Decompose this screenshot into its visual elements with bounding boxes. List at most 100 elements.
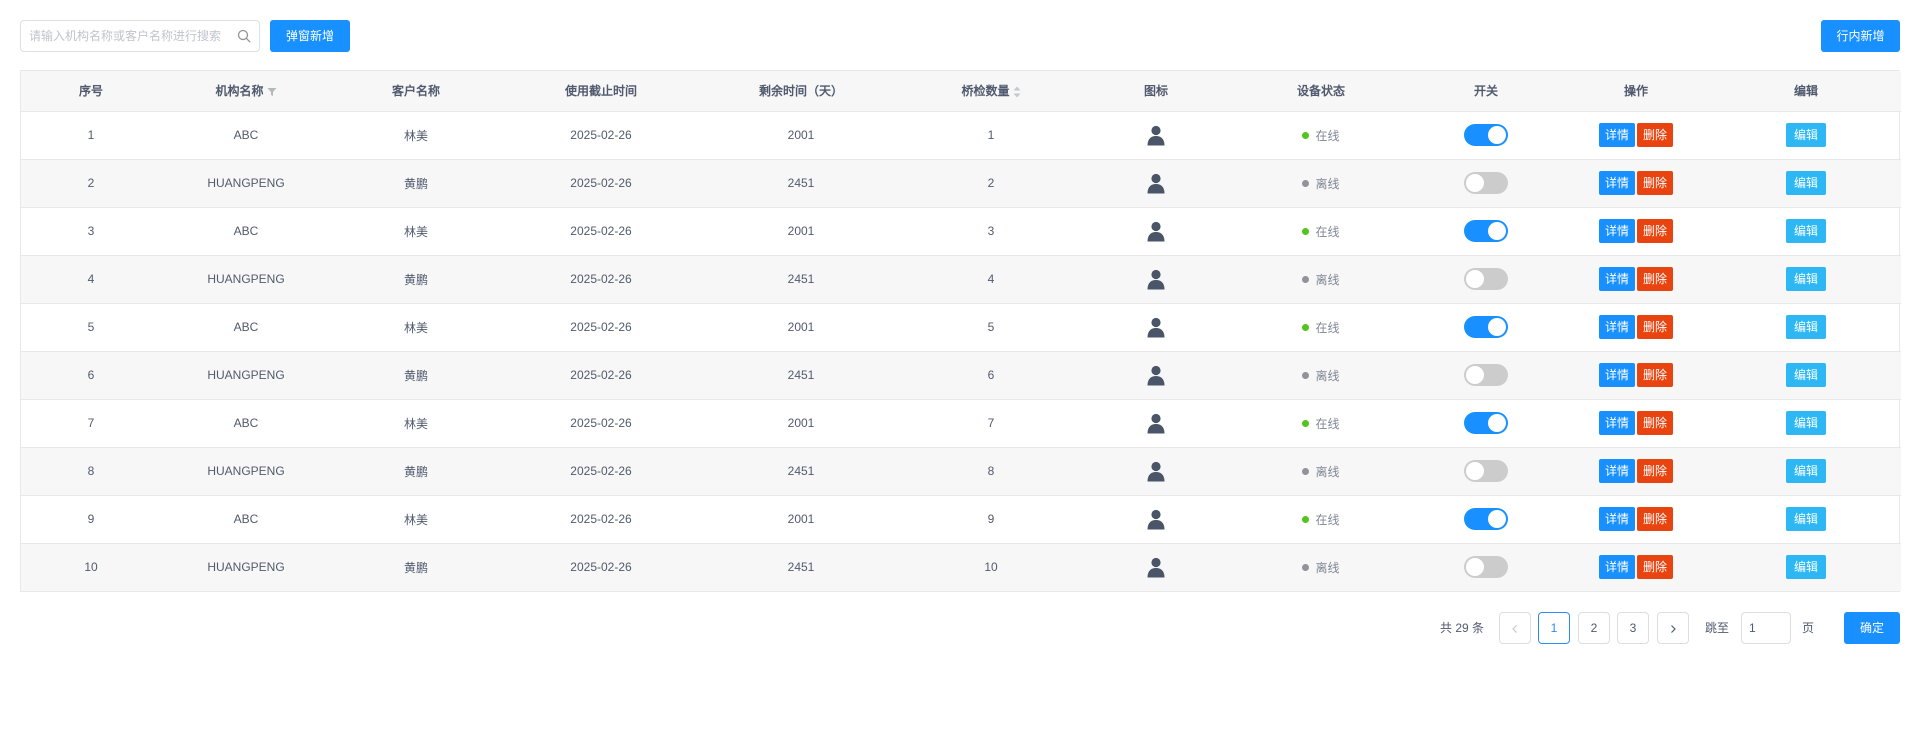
cell-index: 9 — [21, 495, 161, 544]
search-box[interactable] — [20, 20, 260, 52]
edit-button[interactable]: 编辑 — [1785, 507, 1826, 531]
popup-add-button[interactable]: 弹窗新增 — [270, 20, 350, 52]
toggle-switch[interactable] — [1464, 556, 1508, 579]
delete-button[interactable]: 删除 — [1637, 267, 1674, 291]
toggle-switch[interactable] — [1464, 508, 1508, 530]
delete-button[interactable]: 删除 — [1637, 555, 1674, 580]
cell-remaining: 2001 — [701, 111, 901, 160]
detail-button[interactable]: 详情 — [1598, 315, 1635, 339]
toggle-switch[interactable] — [1464, 412, 1508, 434]
status-indicator: 离线 — [1302, 175, 1340, 192]
jump-page-input[interactable]: 1 — [1741, 612, 1791, 644]
cell-status: 离线 — [1231, 447, 1411, 496]
column-header-customer: 客户名称 — [331, 71, 501, 112]
next-page-button[interactable] — [1657, 612, 1689, 644]
toggle-knob — [1466, 270, 1484, 288]
page-button-2[interactable]: 2 — [1578, 612, 1610, 644]
status-label: 离线 — [1315, 464, 1340, 479]
table-row: 3 ABC 林美 2025-02-26 2001 3 在线 详情 删除 编辑 — [21, 207, 1901, 256]
cell-status: 离线 — [1231, 543, 1411, 591]
cell-count: 2 — [901, 159, 1081, 208]
edit-button[interactable]: 编辑 — [1785, 219, 1826, 243]
edit-button[interactable]: 编辑 — [1785, 555, 1826, 580]
delete-button[interactable]: 删除 — [1637, 123, 1674, 147]
delete-button[interactable]: 删除 — [1637, 171, 1674, 195]
page-button-3[interactable]: 3 — [1617, 612, 1649, 644]
user-icon — [1147, 173, 1165, 194]
cell-customer: 黄鹏 — [331, 351, 501, 400]
edit-button[interactable]: 编辑 — [1785, 459, 1826, 483]
toggle-switch[interactable] — [1464, 172, 1508, 194]
toggle-knob — [1466, 462, 1484, 480]
toggle-knob — [1488, 318, 1506, 336]
cell-actions: 详情 删除 — [1561, 111, 1711, 160]
detail-button[interactable]: 详情 — [1598, 123, 1635, 147]
cell-icon — [1081, 447, 1231, 496]
status-indicator: 离线 — [1302, 559, 1340, 576]
inline-add-button[interactable]: 行内新增 — [1821, 20, 1900, 52]
table-body: 1 ABC 林美 2025-02-26 2001 1 在线 详情 删除 编辑 2 HUANGPENG 黄… — [21, 111, 1901, 591]
filter-icon[interactable] — [267, 87, 277, 97]
cell-deadline: 2025-02-26 — [501, 399, 701, 448]
cell-remaining: 2451 — [701, 255, 901, 304]
toggle-switch[interactable] — [1464, 220, 1508, 242]
toggle-knob — [1466, 174, 1484, 192]
column-header-label: 设备状态 — [1296, 84, 1345, 99]
edit-button[interactable]: 编辑 — [1785, 123, 1826, 147]
cell-edit: 编辑 — [1711, 303, 1901, 352]
status-label: 离线 — [1315, 368, 1340, 383]
pagination: 共 29 条 1 2 3 跳至 1 页 确定 — [0, 612, 1920, 644]
delete-button[interactable]: 删除 — [1637, 315, 1674, 339]
detail-button[interactable]: 详情 — [1598, 171, 1635, 195]
detail-button[interactable]: 详情 — [1598, 555, 1635, 580]
detail-button[interactable]: 详情 — [1598, 219, 1635, 243]
status-indicator: 离线 — [1302, 271, 1340, 288]
edit-button[interactable]: 编辑 — [1785, 363, 1826, 387]
toggle-knob — [1466, 558, 1484, 577]
column-header-label: 操作 — [1623, 84, 1648, 99]
user-icon — [1147, 365, 1165, 386]
cell-icon — [1081, 399, 1231, 448]
column-header-edit: 编辑 — [1711, 71, 1901, 112]
delete-button[interactable]: 删除 — [1637, 507, 1674, 531]
data-table: 序号 机构名称 客户名称 使用截止时间 剩余时间（天） 桥检数量 图标 设备状态… — [20, 70, 1901, 592]
detail-button[interactable]: 详情 — [1598, 363, 1635, 387]
cell-index: 5 — [21, 303, 161, 352]
toggle-switch[interactable] — [1464, 364, 1508, 386]
edit-button[interactable]: 编辑 — [1785, 315, 1826, 339]
cell-actions: 详情 删除 — [1561, 255, 1711, 304]
column-header-label: 开关 — [1473, 84, 1498, 99]
search-input[interactable] — [21, 21, 227, 51]
confirm-button[interactable]: 确定 — [1844, 612, 1900, 644]
toggle-switch[interactable] — [1464, 268, 1508, 290]
delete-button[interactable]: 删除 — [1637, 459, 1674, 483]
cell-icon — [1081, 351, 1231, 400]
search-icon[interactable] — [237, 29, 251, 43]
toggle-switch[interactable] — [1464, 124, 1508, 146]
status-dot — [1302, 419, 1310, 427]
cell-status: 在线 — [1231, 495, 1411, 544]
cell-status: 在线 — [1231, 207, 1411, 256]
toggle-switch[interactable] — [1464, 316, 1508, 338]
delete-button[interactable]: 删除 — [1637, 219, 1674, 243]
table-row: 7 ABC 林美 2025-02-26 2001 7 在线 详情 删除 编辑 — [21, 399, 1901, 448]
status-dot — [1302, 371, 1310, 379]
cell-index: 6 — [21, 351, 161, 400]
edit-button[interactable]: 编辑 — [1785, 411, 1826, 435]
toggle-switch[interactable] — [1464, 460, 1508, 482]
detail-button[interactable]: 详情 — [1598, 267, 1635, 291]
delete-button[interactable]: 删除 — [1637, 363, 1674, 387]
edit-button[interactable]: 编辑 — [1785, 171, 1826, 195]
edit-button[interactable]: 编辑 — [1785, 267, 1826, 291]
page-button-1[interactable]: 1 — [1538, 612, 1570, 644]
sort-icon[interactable] — [1013, 86, 1021, 98]
detail-button[interactable]: 详情 — [1598, 507, 1635, 531]
cell-edit: 编辑 — [1711, 399, 1901, 448]
prev-page-button[interactable] — [1499, 612, 1531, 644]
delete-button[interactable]: 删除 — [1637, 411, 1674, 435]
cell-customer: 林美 — [331, 303, 501, 352]
cell-count: 1 — [901, 111, 1081, 160]
cell-deadline: 2025-02-26 — [501, 447, 701, 496]
detail-button[interactable]: 详情 — [1598, 411, 1635, 435]
detail-button[interactable]: 详情 — [1598, 459, 1635, 483]
